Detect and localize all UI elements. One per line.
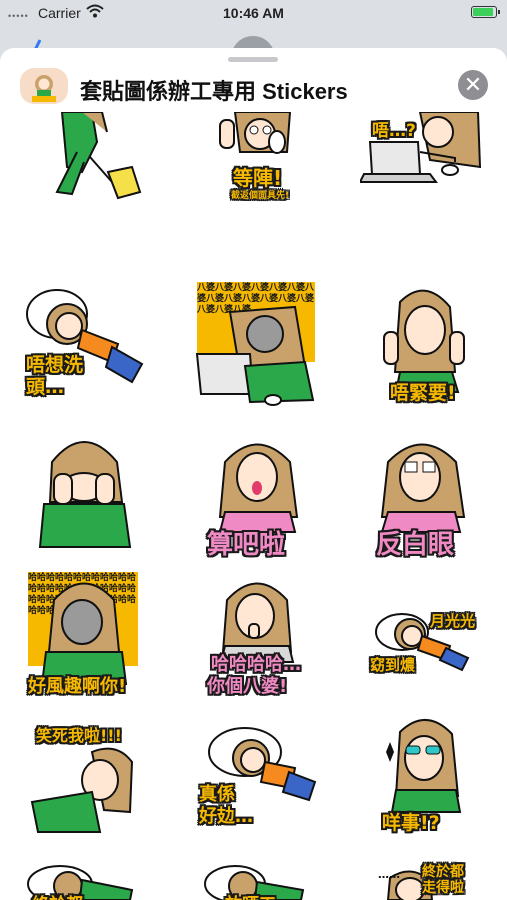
battery-icon [471, 6, 500, 18]
sticker-subcaption: 截返個面具先! [231, 191, 290, 201]
sticker-caption: 唔…? [372, 121, 416, 141]
sticker-caption: 好風趣啊你! [28, 676, 127, 697]
sticker-caption: 反白眼 [376, 530, 455, 560]
clock: 10:46 AM [223, 5, 284, 21]
sheet-title: 套貼圖係辦工專用 Stickers [80, 79, 348, 104]
sticker-caption: 月光光 [430, 612, 476, 630]
sticker-13[interactable]: 笑死我啦!!! [22, 712, 147, 837]
sheet-grabber[interactable] [228, 57, 278, 62]
sticker-subcaption: 終於都走得啦 [422, 864, 464, 896]
sticker-9[interactable]: 反白眼 [360, 432, 485, 560]
app-icon [20, 68, 68, 104]
sticker-2[interactable]: 等陣! 截返個面具先! [195, 112, 320, 202]
sticker-4[interactable]: 唔想洗頭… [22, 282, 147, 407]
sticker-caption: 算吧啦 [207, 530, 286, 560]
sticker-18[interactable]: …… 終於都走得啦 [360, 860, 485, 900]
sticker-caption: …… [378, 868, 400, 881]
sticker-grid: 等陣! 截返個面具先! 唔…? 唔想洗頭… 八婆八婆八婆八婆八婆八婆八婆八婆八婆… [0, 112, 507, 900]
sticker-caption: 唔想洗頭… [26, 354, 84, 398]
sticker-8[interactable]: 算吧啦 [195, 432, 320, 560]
sticker-caption: 放晒工 [225, 890, 276, 900]
sticker-10[interactable]: 哈哈哈哈哈哈哈哈哈哈哈哈哈哈哈哈哈哈哈哈哈哈哈哈哈哈哈哈哈哈哈哈哈哈哈哈哈哈哈哈… [22, 572, 147, 697]
sticker-sheet: 套貼圖係辦工專用 Stickers ✕ 等陣! 截返個面具先! 唔…? 唔想洗頭… [0, 48, 507, 900]
sticker-5[interactable]: 八婆八婆八婆八婆八婆八婆八婆八婆八婆八婆八婆八婆八婆八婆八婆八婆 [195, 282, 320, 407]
sticker-7[interactable] [22, 432, 147, 557]
sheet-header: 套貼圖係辦工專用 Stickers ✕ [0, 66, 507, 110]
sticker-subcaption: 好攰… [199, 806, 253, 827]
sticker-11[interactable]: 哈哈哈哈… 你個八婆! [195, 572, 320, 697]
sticker-subcaption: 窈到燶 [370, 656, 416, 674]
sticker-subcaption: 你個八婆! [207, 676, 288, 697]
sticker-caption: 笑死我啦!!! [36, 726, 122, 745]
sticker-caption: 等陣! [233, 166, 283, 190]
sticker-caption: 咩事!? [382, 812, 440, 834]
sticker-caption: 唔緊要! [390, 382, 456, 404]
sticker-1[interactable] [22, 112, 147, 202]
status-bar: ••••• Carrier 10:46 AM [0, 0, 507, 28]
sticker-12[interactable]: 月光光 窈到燶 [360, 572, 485, 697]
sticker-3[interactable]: 唔…? [360, 112, 485, 202]
sticker-16[interactable]: 終於都 [22, 860, 147, 900]
sticker-14[interactable]: 真係 好攰… [195, 712, 320, 837]
sticker-17[interactable]: 放晒工 [195, 860, 320, 900]
close-button[interactable]: ✕ [458, 70, 488, 100]
sticker-6[interactable]: 唔緊要! [360, 282, 485, 407]
sticker-caption: 終於都 [32, 890, 83, 900]
sticker-15[interactable]: 咩事!? [360, 712, 485, 837]
